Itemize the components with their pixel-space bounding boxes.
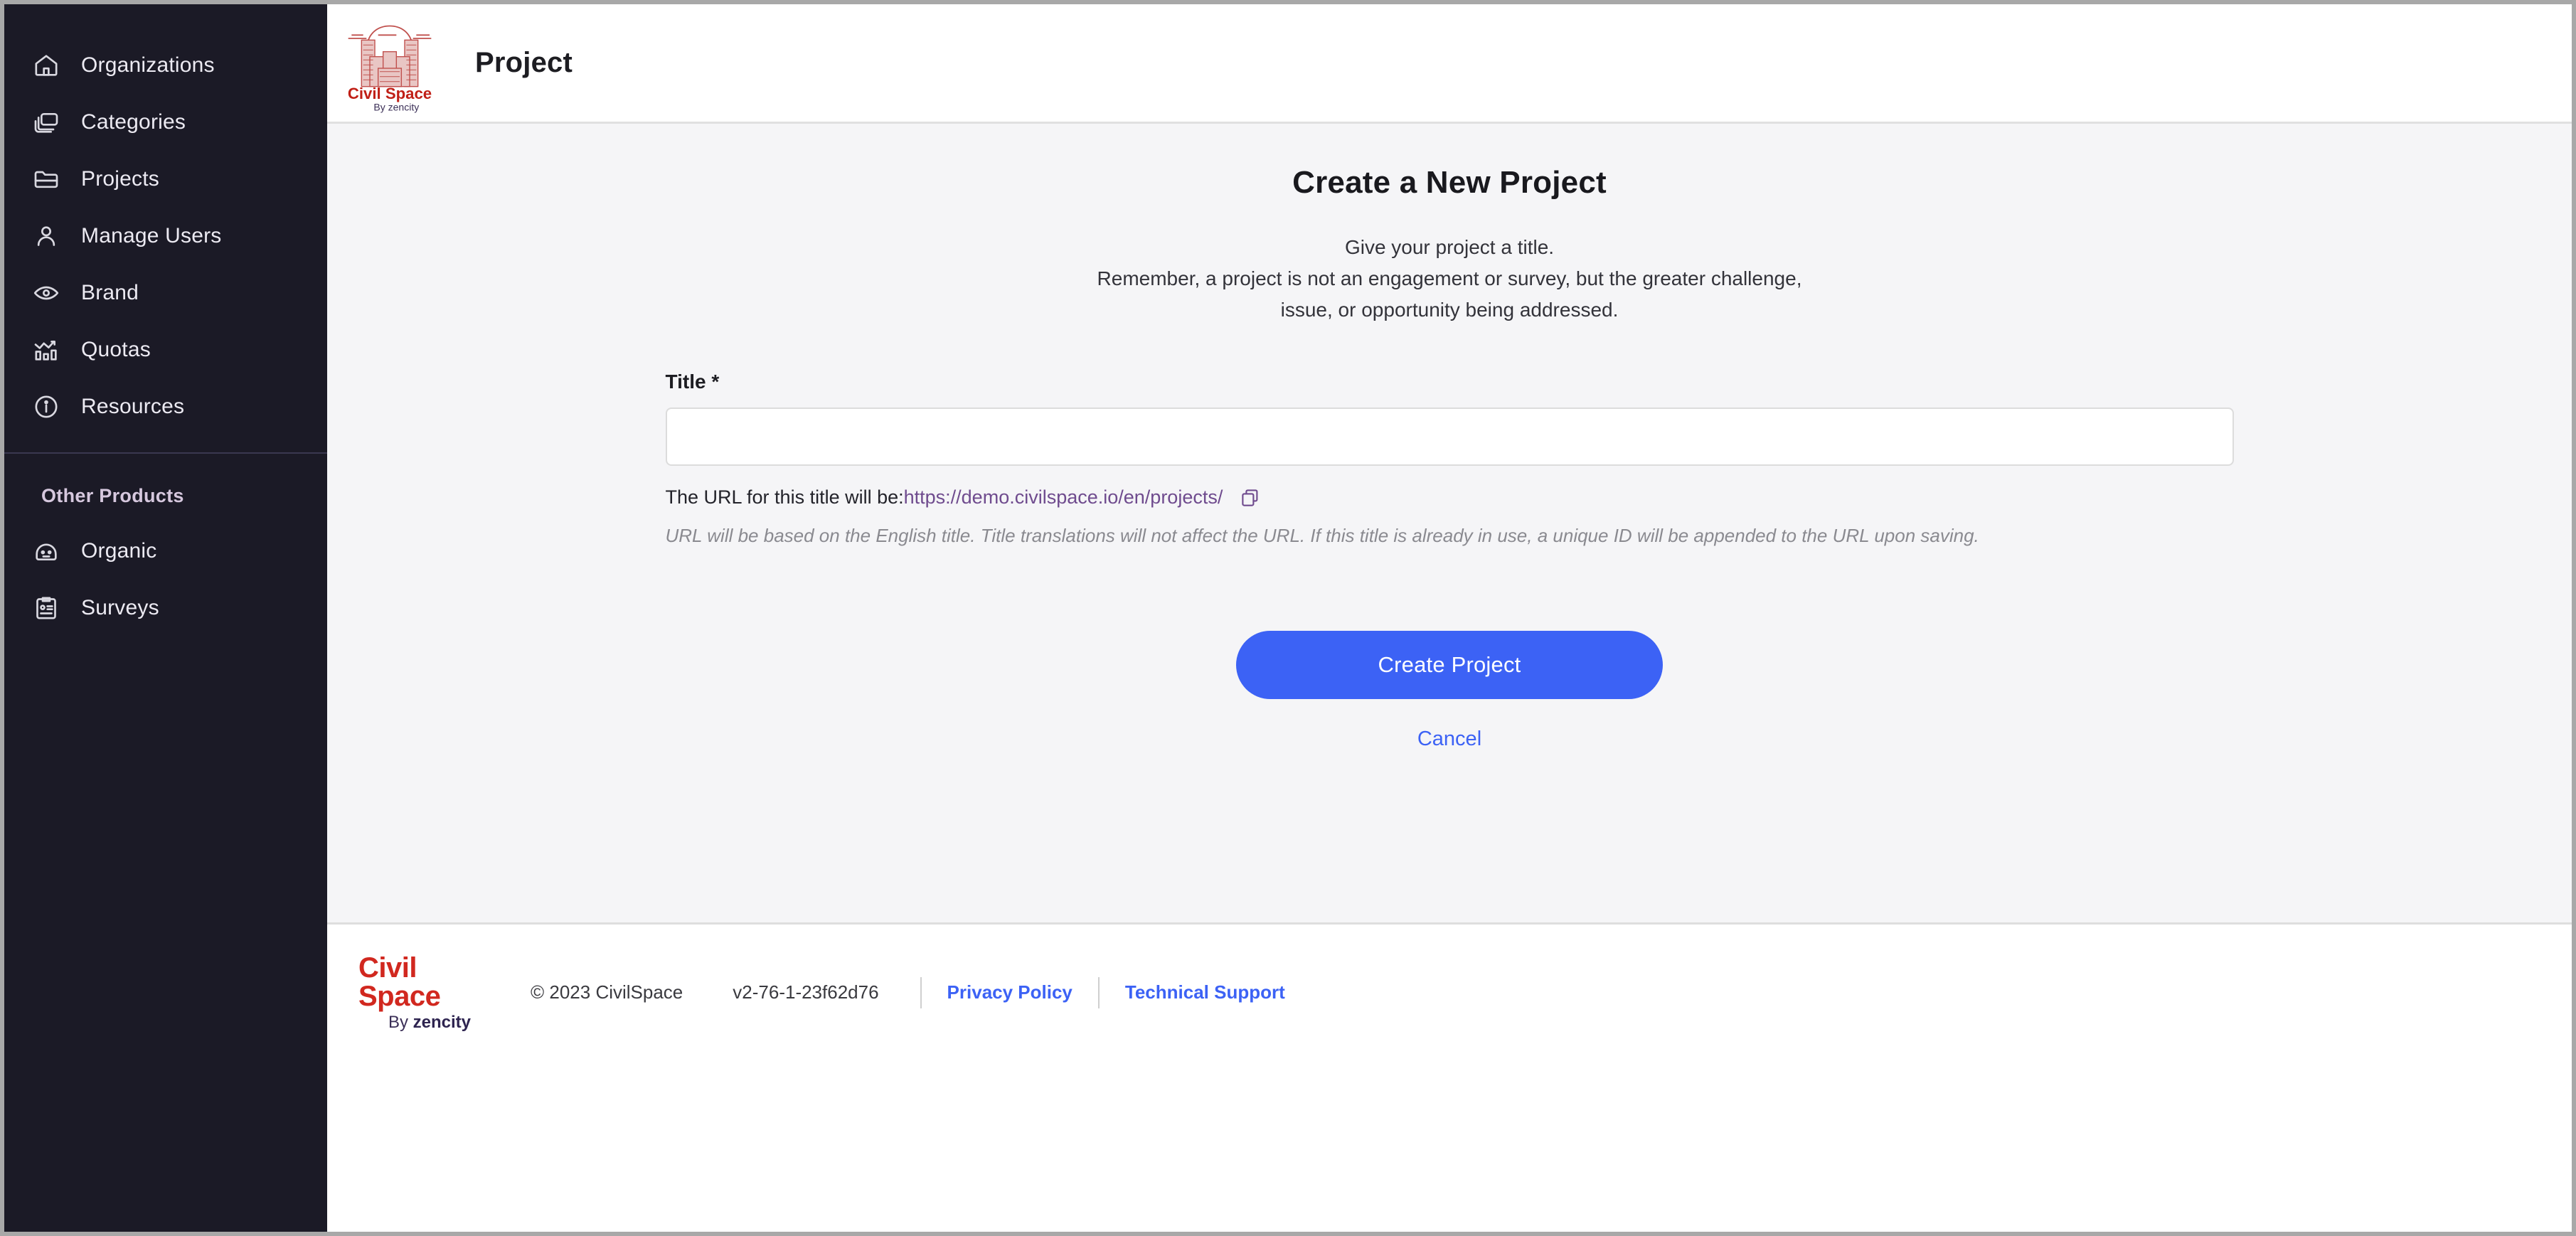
sidebar-section-title: Other Products [41, 485, 184, 506]
form-actions: Create Project Cancel [666, 631, 2234, 751]
sidebar-item-label: Manage Users [81, 224, 222, 247]
cancel-button[interactable]: Cancel [1417, 728, 1481, 751]
title-input[interactable] [665, 407, 2234, 466]
app-header: Civil Space By zencity Project [327, 4, 2572, 124]
clipboard-icon [30, 592, 63, 624]
user-icon [30, 220, 63, 252]
project-form: Title * The URL for this title will be: … [665, 326, 2234, 751]
sidebar-item-organizations[interactable]: Organizations [4, 37, 327, 94]
footer-logo-sub-name: zencity [413, 1013, 472, 1033]
sidebar-item-manage-users[interactable]: Manage Users [4, 208, 327, 265]
footer-logo-sub: By zencity [388, 1014, 471, 1031]
create-project-button[interactable]: Create Project [1236, 631, 1663, 700]
technical-support-link[interactable]: Technical Support [1100, 981, 1311, 1003]
privacy-policy-link[interactable]: Privacy Policy [922, 981, 1098, 1003]
eye-icon [30, 277, 63, 309]
folder-icon [30, 163, 63, 196]
url-preview-row: The URL for this title will be: https://… [666, 486, 2234, 510]
title-field-label: Title * [665, 370, 720, 393]
sidebar-item-resources[interactable]: Resources [4, 378, 327, 435]
sidebar-item-quotas[interactable]: Quotas [4, 321, 327, 378]
sidebar-item-label: Projects [81, 167, 159, 191]
subtitle-line-3: issue, or opportunity being addressed. [1280, 299, 1619, 321]
main-content: Create a New Project Give your project a… [327, 124, 2572, 925]
chart-trend-icon [30, 334, 63, 366]
sidebar-item-label: Organizations [81, 53, 215, 77]
footer-version: v2-76-1-23f62d76 [733, 981, 879, 1003]
sidebar-item-label: Brand [81, 281, 139, 304]
sidebar-item-label: Resources [81, 395, 185, 418]
sidebar-item-brand[interactable]: Brand [4, 265, 327, 321]
footer-meta: © 2023 CivilSpace v2-76-1-23f62d76 Priva… [531, 976, 1311, 1008]
footer-logo-sub-prefix: By [388, 1013, 413, 1033]
form-heading: Create a New Project [1292, 165, 1607, 200]
page-blank-area [327, 1060, 2572, 1232]
footer-logo-main: Civil Space [358, 952, 441, 1013]
layers-icon [30, 106, 63, 139]
sidebar-item-surveys[interactable]: Surveys [4, 580, 327, 636]
civilspace-logo-icon: Civil Space By zencity [340, 14, 440, 113]
info-circle-icon [30, 390, 63, 423]
sidebar-item-projects[interactable]: Projects [4, 151, 327, 208]
url-prefix-text: The URL for this title will be: [665, 486, 904, 508]
sidebar: Organizations Categories Projects Manage… [4, 4, 327, 1232]
svg-text:By zencity: By zencity [373, 101, 419, 112]
svg-text:Civil Space: Civil Space [348, 85, 432, 102]
subtitle-line-1: Give your project a title. [1344, 236, 1555, 258]
sidebar-item-label: Categories [81, 110, 186, 134]
footer-logo: Civil Space By zencity [358, 954, 501, 1031]
face-icon [30, 535, 63, 568]
app-footer: Civil Space By zencity © 2023 CivilSpace… [327, 924, 2572, 1061]
sidebar-item-organic[interactable]: Organic [4, 523, 327, 580]
sidebar-item-label: Surveys [81, 596, 159, 619]
sidebar-item-label: Quotas [81, 338, 151, 361]
footer-copyright: © 2023 CivilSpace [531, 981, 683, 1003]
subtitle-line-2: Remember, a project is not an engagement… [1097, 267, 1802, 290]
app-window: Organizations Categories Projects Manage… [0, 0, 2576, 1236]
url-helper-text: URL will be based on the English title. … [665, 524, 1979, 546]
form-subtitle: Give your project a title. Remember, a p… [327, 232, 2572, 326]
url-value-text: https://demo.civilspace.io/en/projects/ [903, 486, 1223, 508]
copy-icon[interactable] [1238, 486, 1262, 510]
home-icon [30, 49, 63, 82]
main-pane: Civil Space By zencity Project Create a … [327, 4, 2572, 1232]
page-title: Project [475, 47, 573, 78]
sidebar-item-categories[interactable]: Categories [4, 94, 327, 151]
sidebar-item-label: Organic [81, 539, 157, 563]
